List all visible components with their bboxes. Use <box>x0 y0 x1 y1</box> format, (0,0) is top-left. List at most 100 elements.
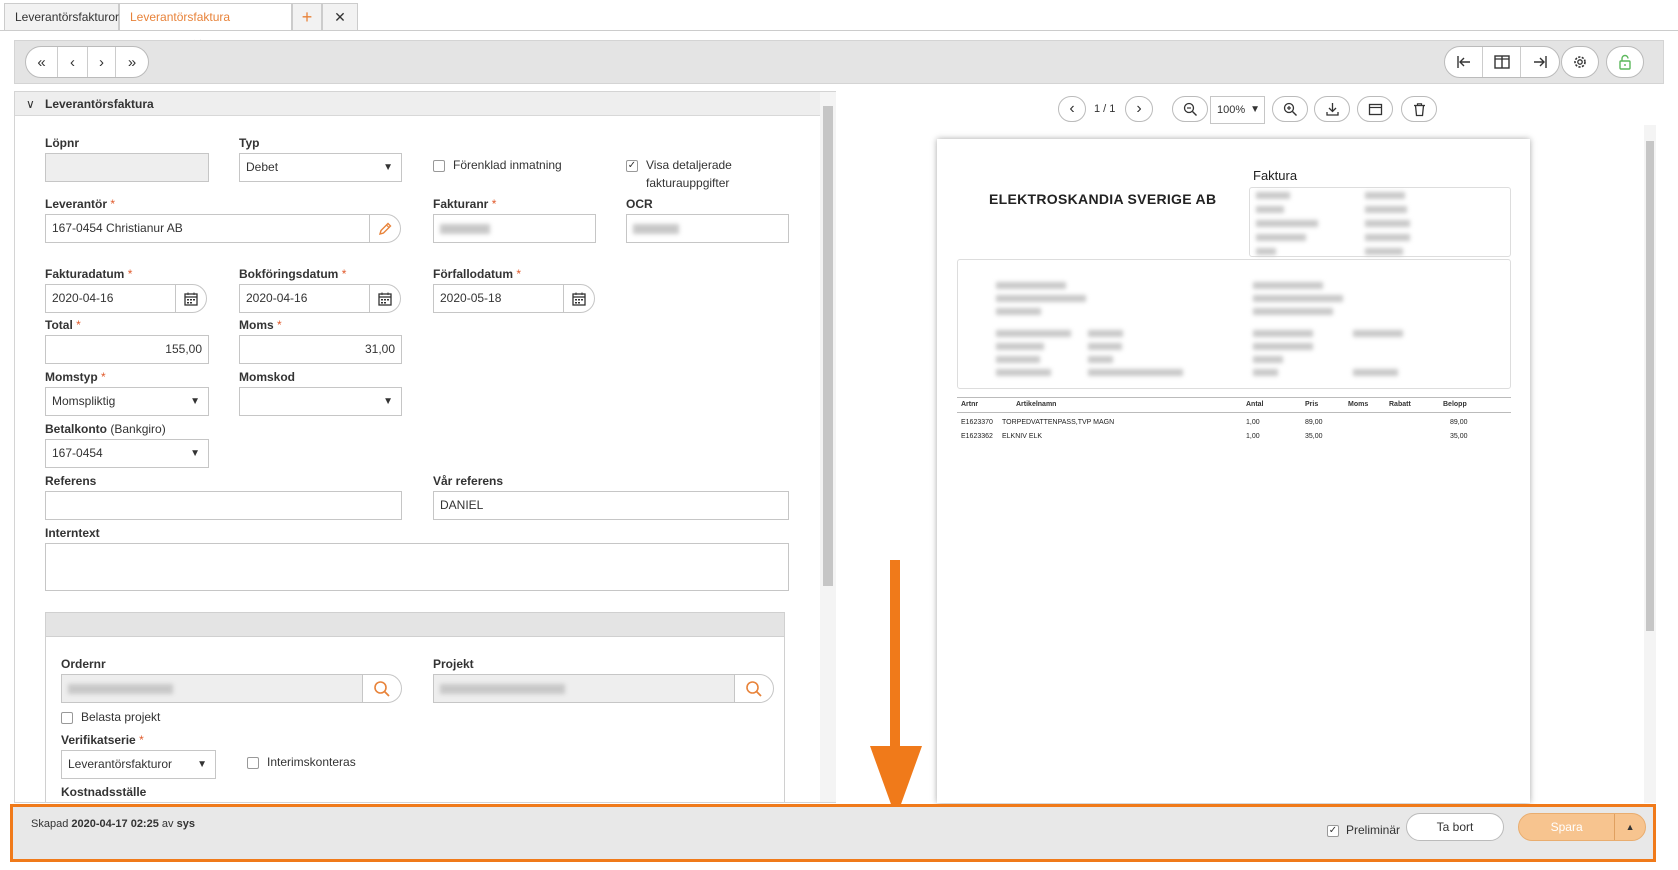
collapse-right-button[interactable] <box>1521 47 1559 77</box>
split-view-icon <box>1493 55 1510 69</box>
betalkonto-label-suffix: (Bankgiro) <box>110 422 166 436</box>
required-marker: * <box>277 318 282 332</box>
belasta-projekt-label: Belasta projekt <box>81 710 161 724</box>
double-chevron-right-icon: » <box>127 53 137 71</box>
leverantor-field[interactable]: 167-0454 Christianur AB <box>45 214 370 243</box>
viewer-scrollbar[interactable] <box>1644 125 1656 803</box>
interimskonteras-checkbox[interactable] <box>247 757 259 769</box>
edit-supplier-button[interactable] <box>369 214 401 243</box>
momstyp-select[interactable]: Momspliktig ▼ <box>45 387 209 416</box>
save-button[interactable]: Spara <box>1519 820 1614 834</box>
ocr-field[interactable] <box>626 214 789 243</box>
form-scrollbar[interactable] <box>820 92 836 802</box>
bokforingsdatum-field[interactable]: 2020-04-16 <box>239 284 370 313</box>
fit-width-button[interactable] <box>1357 96 1393 122</box>
row-belopp: 89,00 <box>1450 419 1468 426</box>
interntext-textarea[interactable] <box>45 543 789 591</box>
redacted-text <box>1253 343 1313 350</box>
collapse-left-button[interactable] <box>1445 47 1483 77</box>
projekt-search-button[interactable] <box>734 674 774 703</box>
fakturadatum-calendar-button[interactable] <box>175 284 207 313</box>
col-pris: Pris <box>1305 401 1319 408</box>
fakturanr-field[interactable] <box>433 214 596 243</box>
caret-down-icon: ▼ <box>383 162 393 173</box>
layout-buttons <box>1444 46 1560 78</box>
typ-select[interactable]: Debet ▼ <box>239 153 402 182</box>
prev-page-button[interactable]: ‹ <box>1058 96 1086 122</box>
section-header[interactable]: ∨ Leverantörsfaktura <box>15 92 820 116</box>
total-field[interactable]: 155,00 <box>45 335 209 364</box>
required-marker: * <box>341 267 347 281</box>
interntext-label: Interntext <box>45 526 100 540</box>
referens-field[interactable] <box>45 491 402 520</box>
projekt-field[interactable] <box>433 674 735 703</box>
chevron-down-icon[interactable]: ∨ <box>26 92 35 116</box>
belasta-projekt-checkbox[interactable] <box>61 712 73 724</box>
next-page-button[interactable]: › <box>1125 96 1153 122</box>
last-record-button[interactable]: » <box>116 47 148 77</box>
lock-button[interactable] <box>1606 46 1644 78</box>
redacted-text <box>1253 369 1278 376</box>
scrollbar-thumb[interactable] <box>1646 141 1654 631</box>
verifikatserie-select[interactable]: Leverantörsfakturor ▼ <box>61 750 216 779</box>
redacted-text <box>1253 330 1313 337</box>
row-name: TORPEDVATTENPASS,TVP MAGN <box>1002 419 1115 426</box>
table-top-rule <box>957 397 1511 398</box>
created-date: 2020-04-17 02:25 <box>71 818 159 830</box>
footer-bar: Skapad 2020-04-17 02:25 av sys ✓ Prelimi… <box>10 804 1656 862</box>
preliminar-label: Preliminär <box>1346 823 1401 837</box>
required-marker: * <box>516 267 522 281</box>
chevron-right-icon: › <box>1136 100 1142 117</box>
add-tab-button[interactable]: + <box>292 3 322 31</box>
zoom-out-button[interactable] <box>1172 96 1208 122</box>
zoom-in-button[interactable] <box>1272 96 1308 122</box>
save-button-group: Spara ▲ <box>1518 813 1646 841</box>
fakturadatum-field[interactable]: 2020-04-16 <box>45 284 176 313</box>
preliminar-checkbox[interactable]: ✓ <box>1327 825 1339 837</box>
split-view-button[interactable] <box>1483 47 1521 77</box>
ocr-label: OCR <box>626 197 653 211</box>
forfallodatum-field[interactable]: 2020-05-18 <box>433 284 564 313</box>
download-button[interactable] <box>1314 96 1350 122</box>
momskod-select[interactable]: ▼ <box>239 387 402 416</box>
zoom-in-icon <box>1283 102 1297 116</box>
delete-button[interactable]: Ta bort <box>1406 813 1504 841</box>
leverantor-label: Leverantör * <box>45 197 115 211</box>
visa-detalj-checkbox[interactable]: ✓ <box>626 160 638 172</box>
redacted-value <box>440 683 565 694</box>
tab-invoice[interactable]: Leverantörsfaktura 73835803✕ <box>119 3 292 52</box>
forfallodatum-calendar-button[interactable] <box>563 284 595 313</box>
save-menu-caret-icon[interactable]: ▲ <box>1615 822 1645 832</box>
first-record-button[interactable]: « <box>26 47 58 77</box>
redacted-text <box>1256 192 1290 199</box>
plus-icon: + <box>301 7 313 27</box>
ordernr-field[interactable] <box>61 674 363 703</box>
betalkonto-select[interactable]: 167-0454 ▼ <box>45 439 209 468</box>
forfallodatum-label: Förfallodatum * <box>433 267 521 281</box>
forenklad-checkbox[interactable] <box>433 160 445 172</box>
document-title: Faktura <box>1253 168 1298 183</box>
settings-button[interactable] <box>1561 46 1599 78</box>
redacted-text <box>996 356 1040 363</box>
row-pris: 35,00 <box>1305 433 1323 440</box>
redacted-text <box>1365 234 1410 241</box>
tab-leverantorsfakturor[interactable]: Leverantörsfakturor <box>4 3 119 31</box>
previous-record-button[interactable]: ‹ <box>58 47 88 77</box>
zoom-select[interactable]: 100% ▼ <box>1210 96 1265 124</box>
col-belopp: Belopp <box>1443 401 1467 408</box>
delete-document-button[interactable] <box>1401 96 1437 122</box>
col-antal: Antal <box>1246 401 1264 408</box>
required-marker: * <box>127 267 133 281</box>
ordernr-search-button[interactable] <box>362 674 402 703</box>
bokforingsdatum-calendar-button[interactable] <box>369 284 401 313</box>
var-referens-field[interactable]: DANIEL <box>433 491 789 520</box>
col-moms: Moms <box>1348 401 1369 408</box>
moms-field[interactable]: 31,00 <box>239 335 402 364</box>
caret-down-icon: ▼ <box>383 396 393 407</box>
verifikatserie-label: Verifikatserie * <box>61 733 144 747</box>
scrollbar-thumb[interactable] <box>823 106 833 586</box>
table-header-rule <box>957 412 1511 413</box>
close-tabs-button[interactable]: ✕ <box>322 3 358 31</box>
redacted-text <box>996 295 1086 302</box>
next-record-button[interactable]: › <box>88 47 116 77</box>
